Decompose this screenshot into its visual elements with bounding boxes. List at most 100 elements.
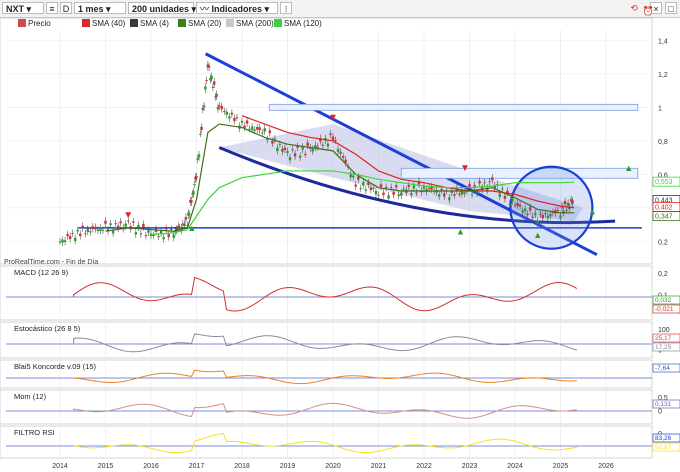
x-tick-label: 2021 bbox=[371, 463, 387, 470]
candle bbox=[245, 120, 249, 124]
candle bbox=[250, 126, 254, 130]
candle bbox=[511, 197, 514, 202]
buy-flag-icon: ▲ bbox=[588, 206, 597, 216]
candle bbox=[199, 133, 202, 135]
candle bbox=[357, 176, 360, 180]
y-tick-label: 0,2 bbox=[658, 239, 668, 246]
chart-area[interactable]: ▼ ▼ ▼ ▲ ▲ ▲ ▲ ▲ 2014 2015 2016 2017 2018 2019 2020 202… bbox=[0, 0, 680, 472]
candle bbox=[119, 221, 122, 224]
candle bbox=[483, 182, 486, 184]
candle bbox=[503, 195, 507, 199]
panel-price-label: -7,64 bbox=[655, 365, 670, 372]
candle bbox=[306, 142, 309, 146]
price-label: 0,553 bbox=[655, 179, 673, 186]
panel-title: MACD (12 26 9) bbox=[14, 268, 69, 277]
x-tick-label: 2023 bbox=[462, 463, 478, 470]
candle bbox=[539, 213, 542, 215]
panel-price-label: 17,25 bbox=[655, 344, 672, 351]
candle bbox=[233, 117, 236, 122]
candle bbox=[204, 86, 207, 90]
candle bbox=[271, 141, 274, 144]
candle bbox=[288, 157, 292, 161]
candle bbox=[392, 191, 395, 195]
candle bbox=[478, 180, 481, 184]
panel-frame bbox=[0, 425, 653, 459]
candle bbox=[339, 151, 342, 154]
candle bbox=[63, 240, 67, 243]
candle bbox=[202, 105, 206, 108]
candle bbox=[188, 213, 191, 215]
resistance-zone bbox=[400, 167, 639, 179]
alarm-icon[interactable]: ⏰ bbox=[643, 6, 654, 17]
candle bbox=[427, 188, 431, 190]
candle bbox=[286, 151, 289, 153]
candle bbox=[205, 79, 208, 81]
candle bbox=[184, 216, 188, 220]
price-label: 0,347 bbox=[655, 214, 673, 221]
y-tick-label: 1,4 bbox=[658, 38, 668, 45]
candle bbox=[354, 184, 357, 187]
candle bbox=[197, 154, 201, 158]
candle bbox=[549, 213, 552, 217]
candle bbox=[170, 228, 173, 230]
candle bbox=[528, 207, 532, 211]
candle bbox=[498, 193, 502, 197]
candle bbox=[144, 235, 148, 237]
candle bbox=[162, 237, 165, 240]
candle bbox=[276, 147, 279, 152]
candle bbox=[139, 233, 143, 235]
candle bbox=[422, 186, 426, 189]
candle bbox=[334, 140, 337, 142]
candle bbox=[192, 191, 195, 195]
candle bbox=[556, 209, 560, 211]
candle bbox=[382, 192, 385, 196]
candle bbox=[258, 127, 261, 131]
candle bbox=[99, 227, 102, 231]
panel-frame bbox=[0, 265, 653, 321]
candle bbox=[281, 148, 284, 152]
panel-y-tick: 100 bbox=[658, 327, 670, 334]
candle bbox=[364, 189, 368, 191]
candle bbox=[278, 144, 282, 146]
candle bbox=[210, 75, 213, 79]
candle bbox=[86, 228, 90, 233]
candle bbox=[352, 175, 355, 178]
candle bbox=[230, 112, 234, 115]
panel-frame bbox=[0, 389, 653, 425]
price-label: 0,402 bbox=[655, 204, 673, 211]
candle bbox=[261, 132, 264, 134]
candle bbox=[316, 146, 320, 148]
candle bbox=[81, 225, 84, 229]
candle bbox=[331, 136, 335, 140]
candle bbox=[266, 139, 269, 141]
candle bbox=[394, 185, 398, 188]
panel-series-line bbox=[73, 333, 578, 353]
candle bbox=[369, 187, 373, 191]
candle bbox=[326, 143, 330, 147]
panel-title: FILTRO RSI bbox=[14, 428, 55, 437]
candle bbox=[508, 203, 512, 206]
candle bbox=[437, 194, 441, 197]
candle bbox=[488, 181, 491, 183]
candle bbox=[157, 236, 160, 238]
x-tick-label: 2024 bbox=[507, 463, 523, 470]
candle bbox=[196, 158, 199, 160]
candle bbox=[218, 105, 221, 107]
buy-flag-icon: ▲ bbox=[624, 163, 633, 173]
panel-frame bbox=[0, 359, 653, 389]
panel-price-label: 83,26 bbox=[655, 435, 672, 442]
candle bbox=[443, 193, 446, 197]
candle bbox=[207, 66, 211, 68]
candle bbox=[183, 223, 186, 226]
candle bbox=[66, 234, 69, 237]
sell-flag-icon: ▼ bbox=[123, 210, 133, 221]
candle bbox=[501, 188, 504, 190]
candle bbox=[341, 155, 345, 158]
x-tick-label: 2015 bbox=[98, 463, 114, 470]
candle bbox=[303, 153, 307, 155]
candle bbox=[283, 147, 287, 150]
candle bbox=[193, 184, 196, 186]
candle bbox=[211, 86, 215, 88]
candle bbox=[513, 204, 517, 206]
candle bbox=[134, 232, 138, 235]
